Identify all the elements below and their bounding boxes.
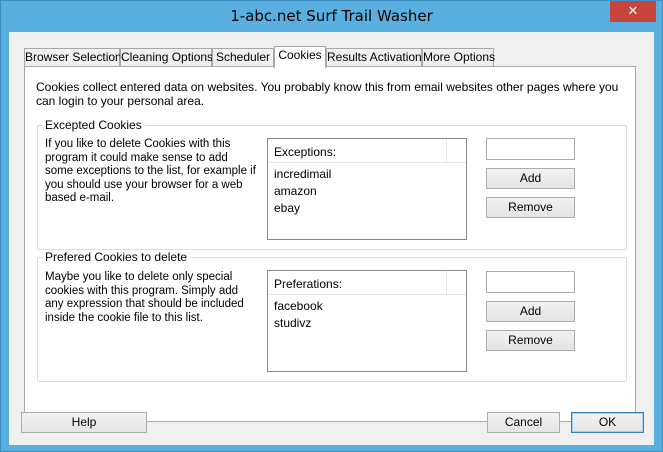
exceptions-list[interactable]: Exceptions: incredimail amazon ebay	[267, 138, 467, 240]
window-title: 1-abc.net Surf Trail Washer	[230, 7, 433, 25]
remove-exception-button[interactable]: Remove	[486, 197, 575, 218]
list-item[interactable]: ebay	[274, 201, 331, 218]
list-header-divider	[446, 271, 447, 295]
tab-more-options[interactable]: More Options	[422, 48, 495, 67]
list-header-divider	[446, 139, 447, 163]
add-exception-button[interactable]: Add	[486, 168, 575, 189]
preferation-input[interactable]	[486, 271, 575, 293]
remove-preferation-button[interactable]: Remove	[486, 330, 575, 351]
tab-cookies[interactable]: Cookies	[274, 46, 326, 68]
preferred-cookies-description: Maybe you like to delete only special co…	[45, 271, 244, 324]
tab-browser-selection[interactable]: Browser Selection	[24, 48, 122, 67]
exceptions-list-header[interactable]: Exceptions:	[268, 139, 466, 163]
cookies-panel: Cookies collect entered data on websites…	[24, 66, 636, 422]
tab-scheduler[interactable]: Scheduler	[212, 48, 274, 67]
close-icon: ✕	[627, 3, 639, 18]
help-button[interactable]: Help	[21, 412, 147, 433]
list-item[interactable]: studivz	[274, 316, 323, 333]
preferred-cookies-title: Prefered Cookies to delete	[42, 250, 191, 264]
close-button[interactable]: ✕	[610, 1, 656, 22]
title-bar[interactable]: 1-abc.net Surf Trail Washer ✕	[1, 1, 662, 32]
tab-cleaning-options[interactable]: Cleaning Options	[120, 48, 213, 67]
list-item[interactable]: facebook	[274, 299, 323, 316]
app-window: 1-abc.net Surf Trail Washer ✕ Browser Se…	[0, 0, 663, 452]
preferred-cookies-group: Prefered Cookies to delete Maybe you lik…	[37, 250, 627, 382]
list-item[interactable]: amazon	[274, 184, 331, 201]
preferations-list-header[interactable]: Preferations:	[268, 271, 466, 295]
cancel-button[interactable]: Cancel	[487, 412, 560, 433]
cookies-intro-text: Cookies collect entered data on websites…	[36, 80, 619, 108]
dialog-client-area: Browser Selection Cleaning Options Sched…	[9, 32, 654, 445]
list-item[interactable]: incredimail	[274, 167, 331, 184]
tab-results-activation[interactable]: Results Activation	[326, 48, 422, 67]
preferations-list[interactable]: Preferations: facebook studivz	[267, 270, 467, 372]
excepted-cookies-description: If you like to delete Cookies with this …	[45, 138, 256, 204]
excepted-cookies-title: Excepted Cookies	[42, 118, 145, 132]
add-preferation-button[interactable]: Add	[486, 301, 575, 322]
excepted-cookies-group: Excepted Cookies If you like to delete C…	[37, 118, 627, 250]
exception-input[interactable]	[486, 138, 575, 160]
ok-button[interactable]: OK	[571, 412, 644, 433]
